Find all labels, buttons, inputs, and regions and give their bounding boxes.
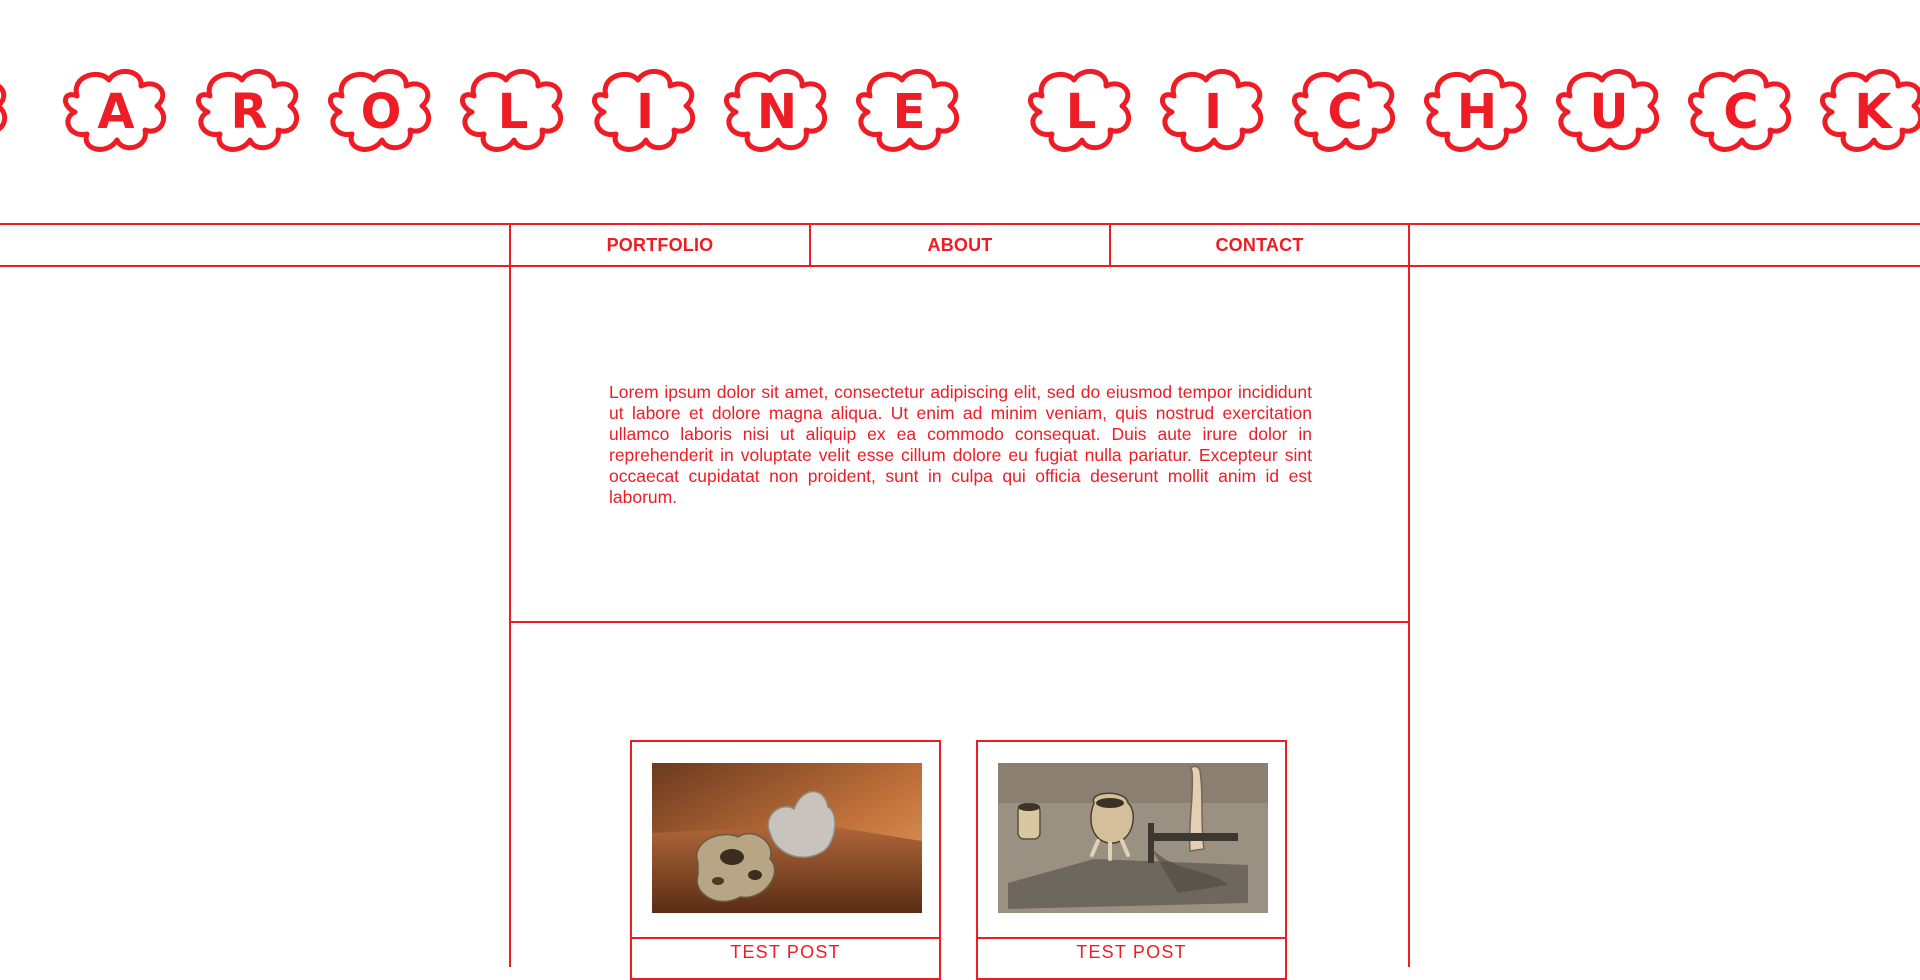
title-letter: L xyxy=(1022,62,1140,162)
title-letter-char: E xyxy=(892,84,926,140)
title-letter: I xyxy=(1154,62,1272,162)
content-right-border xyxy=(1408,223,1410,967)
post-title[interactable]: TEST POST xyxy=(978,942,1285,963)
title-letter-char: C xyxy=(1327,84,1363,140)
title-letter: C xyxy=(0,62,16,162)
title-letter-char: H xyxy=(1456,84,1498,140)
title-letter-char: C xyxy=(1723,84,1759,140)
nav-about-link[interactable]: ABOUT xyxy=(811,224,1109,266)
post-card[interactable]: TEST POST xyxy=(976,740,1287,980)
title-letter-char: I xyxy=(1204,84,1222,140)
title-letter: A xyxy=(57,62,175,162)
section-divider xyxy=(510,621,1409,623)
nav-contact-link[interactable]: CONTACT xyxy=(1111,224,1408,266)
title-letter-char: N xyxy=(756,84,798,140)
title-letter-char: L xyxy=(497,84,529,140)
title-letter-char: U xyxy=(1589,84,1629,140)
title-letter-char: C xyxy=(0,62,16,162)
nav-portfolio-link[interactable]: PORTFOLIO xyxy=(511,224,809,266)
title-letter-char: O xyxy=(360,84,402,140)
post-thumbnail[interactable] xyxy=(652,763,922,913)
title-letter: H xyxy=(1418,62,1536,162)
title-letter: L xyxy=(454,62,572,162)
title-letter: O xyxy=(322,62,440,162)
title-letter-char: I xyxy=(636,84,654,140)
title-letter: R xyxy=(190,62,308,162)
card-divider xyxy=(978,937,1285,939)
title-letter: K xyxy=(1814,62,1920,162)
post-title[interactable]: TEST POST xyxy=(632,942,939,963)
title-letter-char: L xyxy=(1065,84,1097,140)
title-letter: I xyxy=(586,62,704,162)
title-letter: U xyxy=(1550,62,1668,162)
post-card[interactable]: TEST POST xyxy=(630,740,941,980)
title-letter: E xyxy=(850,62,968,162)
title-letter-char: R xyxy=(230,84,268,140)
title-letter: C xyxy=(1286,62,1404,162)
title-letter-char: A xyxy=(97,84,135,140)
post-thumbnail[interactable] xyxy=(998,763,1268,913)
title-letter-char: K xyxy=(1854,84,1892,140)
card-divider xyxy=(632,937,939,939)
title-letter: C xyxy=(1682,62,1800,162)
content-left-border xyxy=(509,223,511,967)
site-title-banner: C A R O L I N E L I C H xyxy=(0,62,1920,172)
intro-paragraph: Lorem ipsum dolor sit amet, consectetur … xyxy=(609,382,1312,507)
title-letter: N xyxy=(718,62,836,162)
